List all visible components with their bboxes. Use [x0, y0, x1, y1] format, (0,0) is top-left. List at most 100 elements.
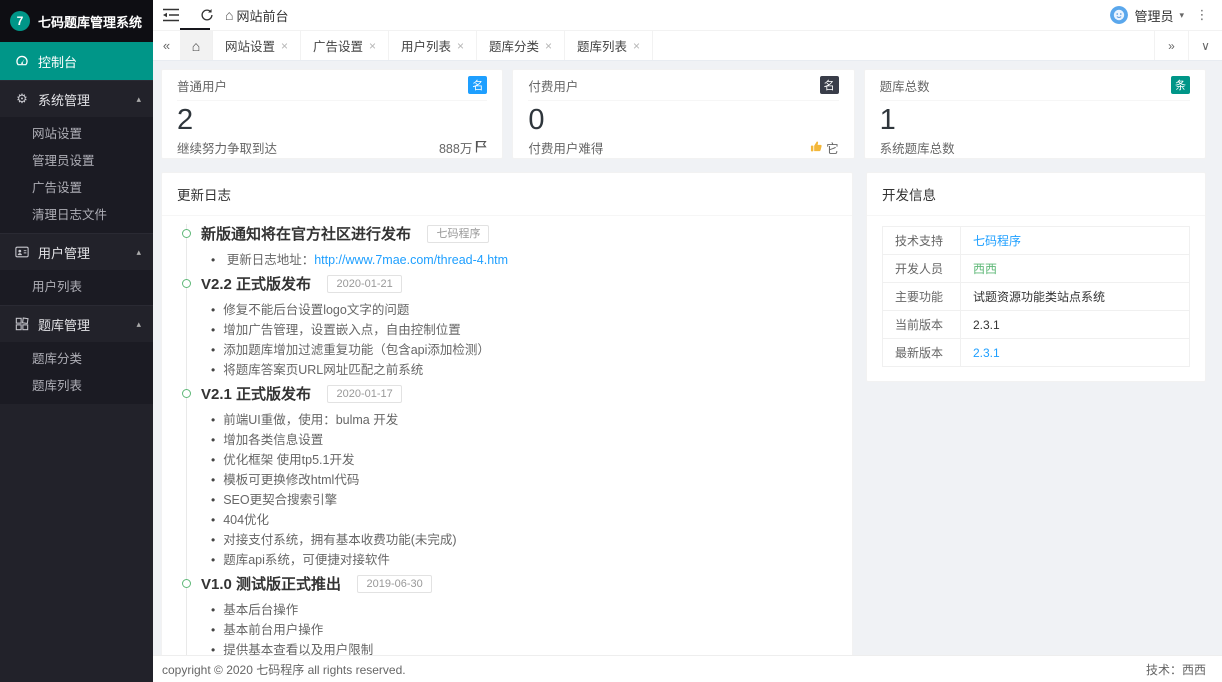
stat-card-paid-users: 付费用户 名 0 付费用户难得 它 — [512, 69, 854, 159]
changelog-bullet: 基本前台用户操作 — [211, 620, 832, 640]
latest-version-link[interactable]: 2.3.1 — [973, 346, 1000, 360]
changelog-bullet: 更新日志地址：http://www.7mae.com/thread-4.htm — [211, 250, 832, 270]
changelog-bullet: 增加广告管理，设置嵌入点，自由控制位置 — [211, 320, 832, 340]
dev-info-label: 主要功能 — [883, 283, 961, 311]
sidebar-group-users[interactable]: 用户管理 ▴ — [0, 233, 153, 270]
frontend-site-link[interactable]: ⌂ 网站前台 — [225, 6, 288, 25]
user-menu[interactable]: 管理员 — [1134, 6, 1173, 25]
sidebar-submenu-question-bank: 题库分类 题库列表 — [0, 342, 153, 404]
footer-tech-text: 技术：西西 — [1146, 661, 1206, 678]
chevron-up-icon: ▴ — [136, 94, 141, 105]
tabs-scroll-right-button[interactable]: » — [1154, 31, 1188, 60]
sidebar-group-label: 题库管理 — [38, 315, 90, 334]
home-icon: ⌂ — [225, 7, 233, 23]
tab-user-list[interactable]: 用户列表 × — [389, 31, 477, 60]
changelog-bullet: 题库api系统，可便捷对接软件 — [211, 550, 832, 570]
changelog-bullet: 404优化 — [211, 510, 832, 530]
chevron-up-icon: ▴ — [136, 247, 141, 258]
refresh-icon[interactable] — [189, 0, 225, 31]
menu-fold-icon[interactable] — [153, 0, 189, 31]
sidebar-item-ad-settings[interactable]: 广告设置 — [0, 175, 153, 202]
changelog-entry-title: 新版通知将在官方社区进行发布 — [201, 226, 411, 243]
close-icon[interactable]: × — [633, 39, 640, 53]
tabs-scroll-left-button[interactable]: « — [153, 31, 180, 60]
stat-value: 2 — [177, 104, 487, 136]
changelog-entry-title: V2.2 正式版发布 — [201, 276, 311, 293]
changelog-bullet: 增加各类信息设置 — [211, 430, 832, 450]
table-row: 当前版本 2.3.1 — [883, 311, 1190, 339]
dashboard-gauge-icon — [15, 54, 29, 68]
tab-bank-categories[interactable]: 题库分类 × — [477, 31, 565, 60]
changelog-bullet: 对接支付系统，拥有基本收费功能(未完成) — [211, 530, 832, 550]
tab-label: 广告设置 — [313, 36, 363, 55]
table-row: 主要功能 试题资源功能类站点系统 — [883, 283, 1190, 311]
app-logo: 7 七码题库管理系统 — [0, 0, 153, 42]
tech-support-link[interactable]: 七码程序 — [973, 234, 1021, 248]
tab-bank-list[interactable]: 题库列表 × — [565, 31, 653, 60]
tab-ad-settings[interactable]: 广告设置 × — [301, 31, 389, 60]
changelog-bullet: 基本后台操作 — [211, 600, 832, 620]
changelog-bullet: 前端UI重做，使用：bulma 开发 — [211, 410, 832, 430]
app-logo-icon: 7 — [10, 11, 30, 31]
stat-card-title: 题库总数 — [880, 76, 930, 95]
timeline-dot-icon — [182, 579, 191, 588]
sidebar-item-admin-settings[interactable]: 管理员设置 — [0, 148, 153, 175]
changelog-title: 更新日志 — [162, 173, 852, 216]
changelog-bullet: 优化框架 使用tp5.1开发 — [211, 450, 832, 470]
dev-info-value: 2.3.1 — [961, 311, 1190, 339]
dev-info-table: 技术支持 七码程序 开发人员 西西 主要功能 试题资源功能类站点系统 当前版 — [882, 226, 1190, 367]
developer-link[interactable]: 西西 — [973, 262, 997, 276]
dev-info-panel: 开发信息 技术支持 七码程序 开发人员 西西 主要功能 — [866, 172, 1206, 382]
avatar[interactable] — [1110, 6, 1128, 24]
changelog-bullet: 将题库答案页URL网址匹配之前系统 — [211, 360, 832, 380]
sidebar-group-question-bank[interactable]: 题库管理 ▴ — [0, 305, 153, 342]
changelog-bullet-text: 更新日志地址： — [227, 253, 315, 267]
stat-footer-text: 继续努力争取到达 — [177, 138, 277, 157]
table-row: 最新版本 2.3.1 — [883, 339, 1190, 367]
tab-home[interactable]: ⌂ — [180, 31, 213, 60]
sidebar-item-dashboard[interactable]: 控制台 — [0, 42, 153, 80]
tab-label: 题库分类 — [489, 36, 539, 55]
sidebar-group-label: 用户管理 — [38, 243, 90, 262]
stat-card-bank-total: 题库总数 条 1 系统题库总数 — [864, 69, 1206, 159]
tab-label: 用户列表 — [401, 36, 451, 55]
flag-icon — [475, 140, 487, 156]
stat-value: 1 — [880, 104, 1190, 136]
tab-label: 网站设置 — [225, 36, 275, 55]
close-icon[interactable]: × — [281, 39, 288, 53]
chevron-up-icon: ▴ — [136, 319, 141, 330]
top-header: ⌂ 网站前台 管理员 ▾ ⋮ — [153, 0, 1222, 31]
changelog-entry: V2.2 正式版发布 2020-01-21 修复不能后台设置logo文字的问题 … — [201, 274, 832, 384]
changelog-entry-date: 2020-01-21 — [327, 275, 401, 293]
sidebar-item-clear-logs[interactable]: 清理日志文件 — [0, 202, 153, 229]
changelog-bullet: SEO更契合搜索引擎 — [211, 490, 832, 510]
tabs-menu-button[interactable]: ∨ — [1188, 31, 1222, 60]
changelog-bullet: 模板可更换修改html代码 — [211, 470, 832, 490]
sidebar-submenu-users: 用户列表 — [0, 270, 153, 305]
tab-label: 题库列表 — [577, 36, 627, 55]
close-icon[interactable]: × — [369, 39, 376, 53]
tab-site-settings[interactable]: 网站设置 × — [213, 31, 301, 60]
sidebar-item-user-list[interactable]: 用户列表 — [0, 274, 153, 301]
more-options-icon[interactable]: ⋮ — [1190, 7, 1214, 23]
timeline-dot-icon — [182, 279, 191, 288]
sidebar-item-bank-list[interactable]: 题库列表 — [0, 373, 153, 400]
sidebar-group-system[interactable]: ⚙ 系统管理 ▴ — [0, 80, 153, 117]
stat-footer-value: 888万 — [439, 138, 472, 157]
timeline-dot-icon — [182, 389, 191, 398]
changelog-bullet: 添加题库增加过滤重复功能（包含api添加检测） — [211, 340, 832, 360]
timeline-dot-icon — [182, 229, 191, 238]
sidebar-item-bank-categories[interactable]: 题库分类 — [0, 346, 153, 373]
close-icon[interactable]: × — [457, 39, 464, 53]
stat-card-title: 付费用户 — [528, 76, 578, 95]
close-icon[interactable]: × — [545, 39, 552, 53]
active-tool-indicator — [180, 28, 210, 30]
dev-info-label: 当前版本 — [883, 311, 961, 339]
status-badge: 名 — [468, 76, 487, 94]
changelog-link[interactable]: http://www.7mae.com/thread-4.htm — [314, 253, 508, 267]
main-content: 普通用户 名 2 继续努力争取到达 888万 付费用户 名 0 — [153, 61, 1222, 655]
sidebar-item-site-settings[interactable]: 网站设置 — [0, 121, 153, 148]
sidebar-submenu-system: 网站设置 管理员设置 广告设置 清理日志文件 — [0, 117, 153, 233]
status-badge: 条 — [1171, 76, 1190, 94]
dev-info-title: 开发信息 — [867, 173, 1205, 216]
